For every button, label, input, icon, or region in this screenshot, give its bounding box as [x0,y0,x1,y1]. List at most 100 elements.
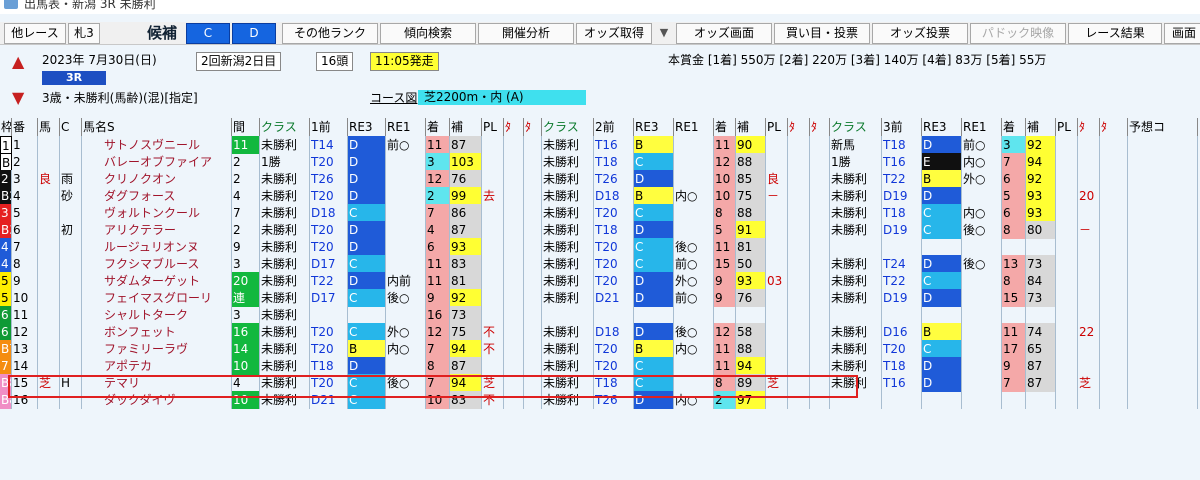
cell-cls3 [830,238,882,256]
down-arrow-icon[interactable]: ▼ [12,90,24,106]
col-header-ch2[interactable]: 着 [714,118,736,136]
odds-get-button[interactable]: オッズ取得 [576,23,652,44]
odds-vote-button[interactable]: オッズ投票 [872,23,968,44]
cell-kt [38,272,60,290]
table-row[interactable]: 5 10 フェイマスグローリ連未勝利 D17 C 後○ 9 92 未勝利 D21 D 前○ 9 76 未勝利… [0,289,1200,307]
course-map-link[interactable]: コース図 [370,90,417,107]
col-header-p2[interactable]: 2前 [594,118,634,136]
col-header-waku[interactable]: 枠 [0,118,12,136]
col-header-c[interactable]: C [60,118,82,136]
table-row[interactable]: 1 1 サトノスヴニール 11 未勝利 T14 D 前○ 11 87 未勝利 T16 B 11 90 新馬 T1… [0,136,1200,154]
cell-r3: D [348,136,386,154]
up-arrow-icon[interactable]: ▲ [12,54,24,70]
cell-g1 [504,170,524,188]
col-header-pl2[interactable]: PL [766,118,788,136]
col-header-r1[interactable]: RE1 [386,118,426,136]
col-header-g3[interactable]: ﾀ [788,118,810,136]
col-header-yoso[interactable]: 予想コ [1128,118,1198,136]
cell-g4 [810,221,830,239]
col-header-r3[interactable]: RE3 [348,118,386,136]
cell-ho3: 87 [1026,374,1056,392]
cell-p: T20 [310,238,348,256]
table-row[interactable]: 6 11 シャルトターク 3 未勝利 16 73 [0,306,1200,324]
cell-p [310,306,348,324]
col-header-ho[interactable]: 補 [450,118,482,136]
col-header-r1c[interactable]: RE1 [962,118,1002,136]
col-header-ho3[interactable]: 補 [1026,118,1056,136]
rank-c-button[interactable]: C [186,23,230,44]
col-header-kan[interactable]: 間 [232,118,260,136]
trend-search-button[interactable]: 傾向検索 [380,23,476,44]
col-header-name[interactable]: 馬名S [82,118,232,136]
table-row[interactable]: 3 5 ヴォルトンクール 7 未勝利 D18 C 7 86 未勝利 T20 C 8 88 未勝利 T18 C 内○… [0,204,1200,222]
cell-p: D18 [310,204,348,222]
cell-r1b: 後○ [674,323,714,341]
col-header-cls[interactable]: クラス [260,118,310,136]
cell-r1b [674,136,714,154]
col-header-r3c[interactable]: RE3 [922,118,962,136]
cell-ho3: 92 [1026,136,1056,154]
cell-yoso [1128,289,1198,307]
kaisai-analysis-button[interactable]: 開催分析 [478,23,574,44]
cell-p: T20 [310,187,348,205]
cell-ho2: 88 [736,204,766,222]
col-header-r1b[interactable]: RE1 [674,118,714,136]
odds-screen-button[interactable]: オッズ画面 [676,23,772,44]
table-row[interactable]: B12バレーオブファイア21勝T20D3103未勝利T18C12881勝T16E… [0,153,1200,171]
cell-name: シャルトターク [82,306,232,324]
table-row[interactable]: 5 9 サダムターゲット 20 未勝利 T22 D 内前 11 81 未勝利 T20 D 外○ 9 93 03 未… [0,272,1200,290]
cell-p3: T16 [882,374,922,392]
col-header-ho2[interactable]: 補 [736,118,766,136]
col-header-g5[interactable]: ﾀ [1078,118,1100,136]
col-header-cls2[interactable]: クラス [542,118,594,136]
col-header-p[interactable]: 1前 [310,118,348,136]
table-row[interactable]: 2 3 良雨クリノクオン 2 未勝利 T26 D 12 76 未勝利 T26 D 10 85 良未勝利 T22… [0,170,1200,188]
col-header-g4[interactable]: ﾀ [810,118,830,136]
rank-d-button[interactable]: D [232,23,276,44]
cell-g2 [524,238,542,256]
cell-pl2 [766,255,788,273]
table-row[interactable]: 7 14 アポテカ 10 未勝利 T18 D 8 87 未勝利 T20 C 11 94 未勝利 T18 D 9 87 [0,357,1200,375]
paddock-video-button[interactable]: パドック映像 [970,23,1066,44]
cell-yoso [1128,187,1198,205]
cell-c [60,306,82,324]
cell-g6 [1100,153,1128,171]
buy-vote-button[interactable]: 買い目・投票 [774,23,870,44]
other-rank-button[interactable]: その他ランク [282,23,378,44]
odds-dropdown-icon[interactable]: ▼ [654,23,674,44]
cell-cls3: 未勝利 [830,255,882,273]
table-row[interactable]: B713ファミリーラヴ14未勝利T20B内○794不未勝利T20B内○1188未… [0,340,1200,358]
cell-pl2 [766,306,788,324]
other-race-button[interactable]: 他レース [4,23,66,44]
screen-button[interactable]: 画面 [1164,23,1200,44]
col-header-p3[interactable]: 3前 [882,118,922,136]
table-row[interactable]: 4 8 フクシマブルース 3 未勝利 D17 C 11 83 未勝利 T20 C 前○ 15 50 未勝利 T2… [0,255,1200,273]
col-header-kt[interactable]: 馬 [38,118,60,136]
col-header-ch[interactable]: 着 [426,118,450,136]
col-header-ban[interactable]: 番 [12,118,38,136]
col-header-g1[interactable]: ﾀ [504,118,524,136]
cell-cls: 未勝利 [260,255,310,273]
col-header-ch3[interactable]: 着 [1002,118,1026,136]
cell-g1 [504,323,524,341]
col-header-r3b[interactable]: RE3 [634,118,674,136]
cell-ho3 [1026,391,1056,409]
cell-p3: T22 [882,272,922,290]
col-header-g2[interactable]: ﾀ [524,118,542,136]
cell-ch3: 13 [1002,255,1026,273]
cell-waku: 5 [0,272,12,290]
col-header-pl3[interactable]: PL [1056,118,1078,136]
col-header-cls3[interactable]: クラス [830,118,882,136]
col-header-pl[interactable]: PL [482,118,504,136]
table-row[interactable]: B24砂ダグフォース4未勝利T20D299去未勝利D18B内○1075－未勝利D… [0,187,1200,205]
race-result-button[interactable]: レース結果 [1068,23,1162,44]
cell-g4 [810,340,830,358]
cell-r1c [962,238,1002,256]
table-row[interactable]: 6 12 ボンフェット 16 未勝利 T20 C 外○ 12 75 不未勝利 D18 D 後○ 12 58 未勝… [0,323,1200,341]
cell-r3c: D [922,187,962,205]
col-header-g6[interactable]: ﾀ [1100,118,1128,136]
table-row[interactable]: 4 7 ルージュリオンヌ 9 未勝利 T20 D 6 93 未勝利 T20 C 後○ 11 81 [0,238,1200,256]
fuda-button[interactable]: 札3 [68,23,100,44]
cell-ban: 2 [12,153,38,171]
table-row[interactable]: B36初アリクテラー2未勝利T20D487未勝利T18D591未勝利D19C後○… [0,221,1200,239]
